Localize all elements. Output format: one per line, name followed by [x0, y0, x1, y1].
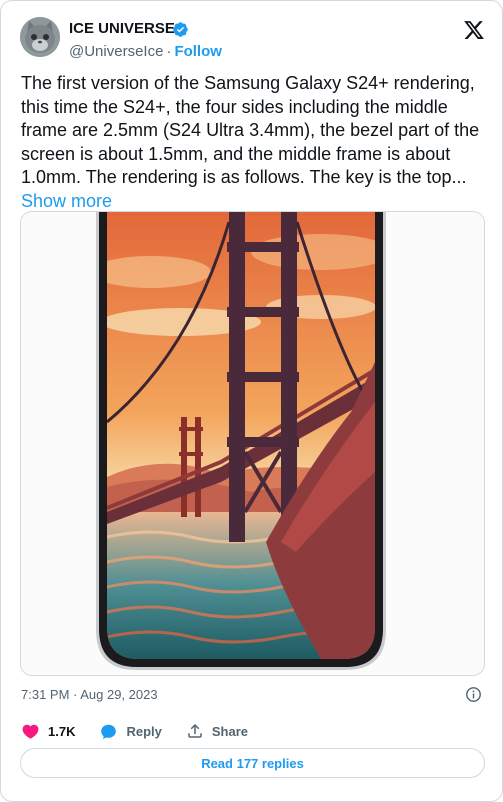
- tweet-text: The first version of the Samsung Galaxy …: [21, 72, 485, 214]
- verified-badge-icon: [173, 22, 188, 37]
- reply-label: Reply: [126, 723, 162, 739]
- tweet-card: ICE UNIVERSE @UniverseIce · Follow The fir…: [0, 0, 503, 802]
- x-logo-icon[interactable]: [463, 19, 485, 41]
- like-count: 1.7K: [48, 723, 76, 739]
- read-replies-button[interactable]: Read 177 replies: [20, 748, 485, 778]
- share-button[interactable]: Share: [186, 722, 248, 740]
- show-more-link[interactable]: Show more: [21, 191, 112, 211]
- phone-render-image: [21, 212, 484, 675]
- author-handle[interactable]: @UniverseIce: [69, 43, 163, 60]
- share-label: Share: [211, 723, 249, 739]
- share-icon: [188, 723, 202, 738]
- tweet-body: The first version of the Samsung Galaxy …: [21, 73, 480, 188]
- info-icon[interactable]: [465, 686, 482, 703]
- author-meta: @UniverseIce · Follow: [69, 43, 222, 60]
- tweet-actions: 1.7K Reply Share: [21, 721, 272, 741]
- reply-button[interactable]: Reply: [99, 722, 162, 741]
- separator: ·: [166, 43, 172, 60]
- follow-button[interactable]: Follow: [174, 43, 222, 60]
- tweet-timestamp[interactable]: 7:31 PM · Aug 29, 2023: [21, 687, 158, 702]
- reply-bubble-icon: [101, 724, 117, 739]
- author-name[interactable]: ICE UNIVERSE: [69, 20, 175, 37]
- like-button[interactable]: 1.7K: [21, 722, 75, 741]
- avatar[interactable]: [20, 17, 60, 57]
- tweet-media[interactable]: [20, 211, 485, 676]
- heart-icon: [22, 724, 39, 739]
